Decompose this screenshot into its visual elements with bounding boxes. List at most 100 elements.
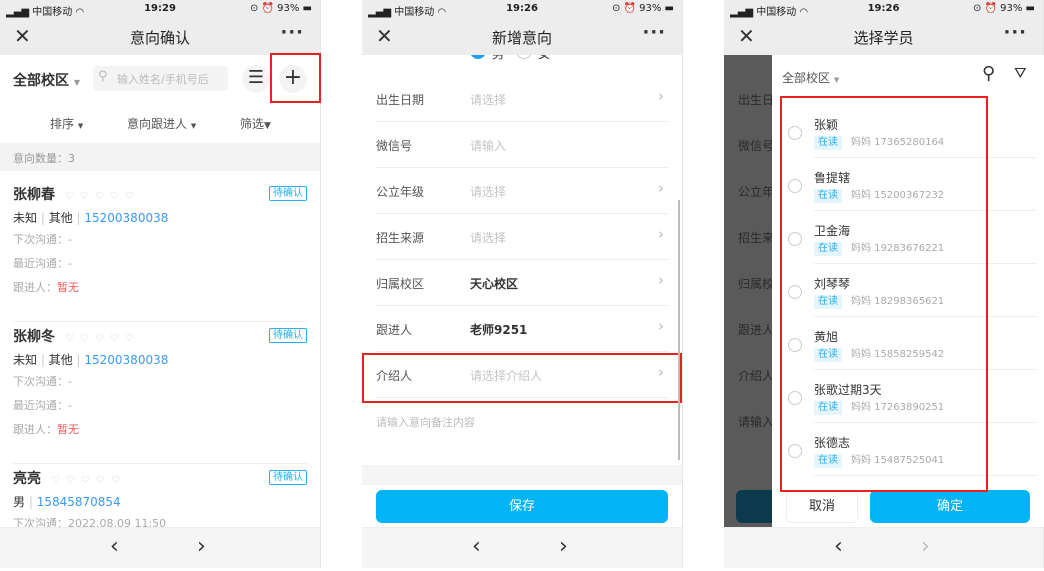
name-text: 张柳冬	[13, 329, 55, 345]
page-title: 选择学员	[853, 29, 914, 47]
back-icon[interactable]: ‹	[834, 534, 843, 559]
status-bar: ▂▄▆ 中国移动 ◠ 19:29 ⊙ ⏰ 93% ▬	[0, 0, 320, 18]
more-icon[interactable]: ···	[1003, 22, 1027, 43]
highlight-box	[362, 353, 682, 403]
name-text: 亮亮	[13, 471, 41, 487]
field-label: 招生来源	[376, 231, 425, 245]
intent-card[interactable]: 张柳冬 ♡♡♡♡♡ 待确认 未知 | 其他 | 15200380038 下次沟通：- 最近…	[13, 322, 307, 464]
phone-intent-confirm: ▂▄▆ 中国移动 ◠ 19:29 ⊙ ⏰ 93% ▬ ✕ 意向确认 ··· 全部…	[0, 0, 321, 568]
caret-down-icon: ▼	[73, 78, 81, 87]
search-icon[interactable]: ⚲	[982, 63, 995, 84]
battery: ⊙ ⏰ 93% ▬	[972, 3, 1035, 14]
rating-hearts-icon[interactable]: ♡♡♡♡♡	[65, 191, 140, 202]
divider-band	[362, 465, 682, 485]
bottom-nav: ‹ ›	[362, 527, 682, 568]
back-icon[interactable]: ‹	[110, 534, 119, 559]
menu-icon[interactable]: ☰	[242, 65, 270, 93]
phone-link[interactable]: 15200380038	[84, 353, 168, 367]
filter-icon[interactable]: ⛛	[1014, 64, 1027, 82]
dimmed-label: 公立年	[738, 185, 772, 199]
campus-dropdown[interactable]: 全部校区 ▼	[13, 70, 80, 90]
rating-hearts-icon[interactable]: ♡♡♡♡♡	[65, 333, 140, 344]
source: 其他	[48, 353, 73, 367]
page-title: 意向确认	[129, 29, 190, 47]
back-icon[interactable]: ‹	[472, 534, 481, 559]
dimmed-label: 招生来	[738, 231, 772, 245]
phone-link[interactable]: 15200380038	[84, 211, 168, 225]
battery: ⊙ ⏰ 93% ▬	[249, 3, 312, 14]
more-icon[interactable]: ···	[280, 22, 304, 43]
save-button[interactable]: 保存	[376, 490, 668, 523]
form-row[interactable]: 归属校区 天心校区 ›	[376, 260, 668, 306]
phone-link[interactable]: 15845870854	[37, 495, 121, 509]
form-row[interactable]: 跟进人 老师9251 ›	[376, 306, 668, 352]
nav-bar: ✕ 选择学员 ···	[724, 18, 1043, 55]
status-bar: ▂▄▆ 中国移动 ◠ 19:26 ⊙ ⏰ 93% ▬	[362, 0, 682, 18]
overlay-mask[interactable]: 出生日 微信号 公立年 招生来 归属校 跟进人 介绍人 请输入	[724, 55, 772, 527]
status-badge: 待确认	[269, 470, 307, 485]
page-title: 新增意向	[491, 29, 552, 47]
nav-bar: ✕ 意向确认 ···	[0, 18, 320, 55]
count-bar: 意向数量：3	[0, 143, 320, 171]
search-placeholder: 输入姓名/手机号后	[117, 73, 209, 86]
phone-new-intent: 性别 男 女 出生日期请选择›微信号请输入公立年级请选择›招生来源请选择›归属校…	[362, 0, 683, 568]
next-contact-value: -	[68, 375, 72, 388]
chevron-right-icon: ›	[658, 87, 664, 105]
filter-button[interactable]: 筛选▼	[240, 115, 271, 132]
battery-text: 93%	[1000, 3, 1023, 14]
remark-textarea[interactable]: 请输入意向备注内容	[376, 414, 475, 430]
field-label: 公立年级	[376, 185, 425, 199]
form-row[interactable]: 招生来源 请选择 ›	[376, 214, 668, 260]
highlight-box	[780, 96, 988, 492]
caret-down-icon: ▼	[190, 122, 197, 130]
forward-icon[interactable]: ›	[197, 534, 206, 559]
form-row[interactable]: 微信号 请输入	[376, 122, 668, 168]
battery-text: 93%	[277, 3, 300, 14]
name-text: 张柳春	[13, 187, 55, 203]
info-line: 未知 | 其他 | 15200380038	[13, 209, 168, 226]
form-row[interactable]: 公立年级 请选择 ›	[376, 168, 668, 214]
scrollbar[interactable]	[678, 200, 680, 460]
separator: |	[25, 495, 37, 509]
more-icon[interactable]: ···	[642, 22, 666, 43]
last-contact-label: 最近沟通：	[13, 257, 68, 270]
separator: |	[37, 353, 49, 367]
dimmed-label: 介绍人	[738, 369, 772, 383]
field-value[interactable]: 请选择	[470, 229, 506, 246]
last-contact-value: -	[68, 257, 72, 270]
field-value[interactable]: 老师9251	[470, 321, 527, 338]
campus-label: 全部校区	[782, 71, 831, 85]
intent-card[interactable]: 亮亮 ♡♡♡♡♡ 待确认男 | 15845870854 下次沟通：2022.08.09…	[13, 464, 307, 530]
separator: |	[72, 211, 85, 225]
follower-dropdown[interactable]: 意向跟进人 ▼	[127, 115, 196, 132]
field-value[interactable]: 请选择	[470, 183, 506, 200]
field-value[interactable]: 天心校区	[470, 275, 518, 292]
status-bar: ▂▄▆ 中国移动 ◠ 19:26 ⊙ ⏰ 93% ▬	[724, 0, 1043, 18]
last-contact-line: 最近沟通：-	[13, 258, 72, 270]
save-button-dimmed	[736, 490, 772, 523]
cancel-button[interactable]: 取消	[786, 490, 858, 523]
field-label: 归属校区	[376, 277, 425, 291]
campus-dropdown[interactable]: 全部校区 ▼	[782, 69, 839, 86]
student-name: 张柳春 ♡♡♡♡♡	[13, 184, 140, 204]
confirm-button[interactable]: 确定	[870, 490, 1030, 523]
field-value[interactable]: 请输入	[470, 137, 506, 154]
follower-line: 跟进人：暂无	[13, 424, 79, 436]
rating-hearts-icon[interactable]: ♡♡♡♡♡	[51, 475, 126, 486]
battery-text: 93%	[639, 3, 662, 14]
bottom-nav: ‹ ›	[724, 527, 1043, 568]
chevron-right-icon: ›	[658, 317, 664, 335]
search-input[interactable]: ⚲ 输入姓名/手机号后	[93, 66, 228, 91]
sort-dropdown[interactable]: 排序 ▼	[50, 115, 83, 132]
field-label: 跟进人	[376, 323, 413, 337]
forward-icon[interactable]: ›	[559, 534, 568, 559]
gender: 未知	[13, 353, 38, 367]
student-name: 张柳冬 ♡♡♡♡♡	[13, 326, 140, 346]
form-row[interactable]: 出生日期 请选择 ›	[376, 76, 668, 122]
bottom-nav: ‹ ›	[0, 527, 320, 568]
caret-down-icon: ▼	[833, 76, 840, 84]
field-value[interactable]: 请选择	[470, 91, 506, 108]
source: 其他	[48, 211, 73, 225]
intent-card[interactable]: 张柳春 ♡♡♡♡♡ 待确认 未知 | 其他 | 15200380038 下次沟通：- 最近…	[13, 180, 307, 322]
next-contact-line: 下次沟通：-	[13, 234, 72, 246]
